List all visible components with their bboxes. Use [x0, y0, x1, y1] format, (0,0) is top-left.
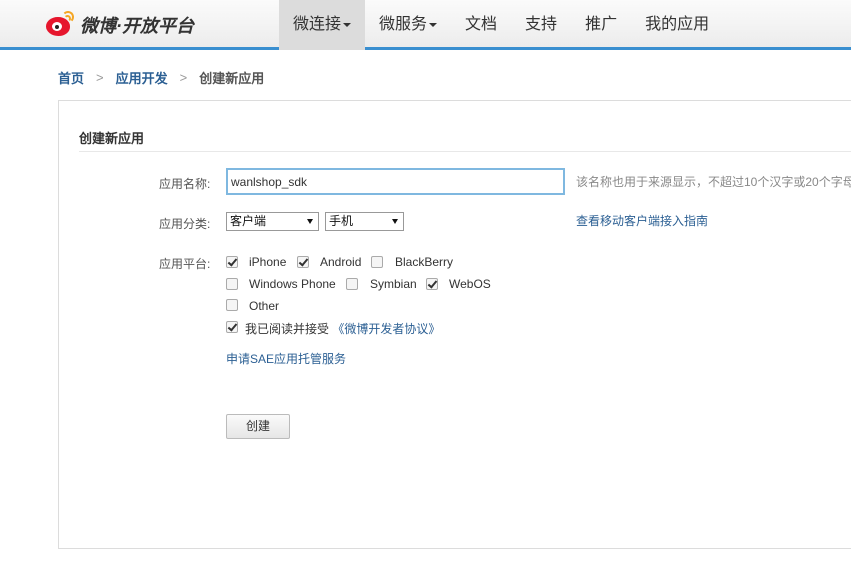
app-category-label: 应用分类: [159, 217, 211, 231]
nav-item-promotion[interactable]: 推广 [571, 0, 631, 50]
agree-prefix: 我已阅读并接受 [245, 322, 330, 336]
breadcrumb-home[interactable]: 首页 [58, 68, 84, 87]
nav-item-weilianjie[interactable]: 微连接 [279, 0, 366, 50]
checkbox-android[interactable] [297, 256, 309, 268]
platform-label-webos: WebOS [449, 277, 491, 291]
nav-label: 推广 [585, 16, 618, 33]
create-button[interactable]: 创建 [226, 414, 290, 439]
logo-text: 微博·开放平台 [80, 16, 194, 36]
checkbox-other[interactable] [226, 299, 238, 311]
checkbox-iphone[interactable] [226, 256, 238, 268]
checkbox-symbian[interactable] [346, 278, 358, 290]
nav-label: 支持 [525, 16, 558, 33]
panel-title: 创建新应用 [79, 131, 145, 146]
platform-label-blackberry: BlackBerry [395, 255, 454, 269]
caret-down-icon [429, 22, 438, 27]
platform-label-iphone: iPhone [249, 255, 287, 269]
create-app-panel: 创建新应用 应用名称: 该名称也用于来源显示，不超过10个汉字或20个字母 应用… [58, 100, 851, 549]
dropdown-arrow-icon [307, 219, 313, 224]
category-secondary-value: 手机 [329, 214, 354, 228]
breadcrumb-app-dev[interactable]: 应用开发 [116, 68, 168, 87]
developer-agreement-link[interactable]: 《微博开发者协议》 [332, 322, 440, 336]
main-nav: 微连接 微服务 文档 支持 推广 我的应用 [279, 0, 723, 50]
category-primary-value: 客户端 [230, 214, 267, 228]
checkbox-agree[interactable] [226, 321, 238, 333]
nav-item-support[interactable]: 支持 [511, 0, 571, 50]
sae-hosting-link[interactable]: 申请SAE应用托管服务 [226, 350, 346, 367]
weibo-logo[interactable]: 微博·开放平台 [44, 8, 194, 42]
checkbox-webos[interactable] [426, 278, 438, 290]
divider [79, 151, 851, 152]
breadcrumb-current: 创建新应用 [199, 71, 265, 86]
nav-item-weifuwu[interactable]: 微服务 [365, 0, 451, 50]
dropdown-arrow-icon [392, 219, 398, 224]
nav-item-my-apps[interactable]: 我的应用 [631, 0, 723, 50]
checkbox-blackberry[interactable] [371, 256, 383, 268]
top-header: 微博·开放平台 微连接 微服务 文档 支持 推广 我的应用 [0, 0, 851, 50]
nav-label: 文档 [465, 16, 498, 33]
caret-down-icon [343, 22, 352, 27]
platform-label-symbian: Symbian [370, 277, 417, 291]
app-platform-label: 应用平台: [159, 257, 211, 271]
chevron-right-icon: > [179, 70, 188, 85]
nav-item-docs[interactable]: 文档 [451, 0, 511, 50]
platform-label-android: Android [320, 255, 362, 269]
checkbox-windows-phone[interactable] [226, 278, 238, 290]
app-name-input[interactable] [226, 168, 565, 195]
platform-label-other: Other [249, 299, 280, 313]
weibo-eye-icon [44, 11, 78, 39]
nav-label: 我的应用 [645, 16, 710, 33]
nav-label: 微连接 [293, 16, 342, 33]
platform-label-windows-phone: Windows Phone [249, 277, 336, 291]
category-secondary-select[interactable]: 手机 [325, 212, 404, 231]
app-name-hint: 该名称也用于来源显示，不超过10个汉字或20个字母 [576, 175, 851, 189]
app-name-label: 应用名称: [159, 177, 211, 191]
mobile-guide-link[interactable]: 查看移动客户端接入指南 [576, 212, 708, 229]
category-primary-select[interactable]: 客户端 [226, 212, 319, 231]
nav-label: 微服务 [379, 16, 428, 33]
breadcrumb: 首页 > 应用开发 > 创建新应用 [58, 68, 264, 87]
chevron-right-icon: > [96, 70, 104, 85]
agreement-text: 我已阅读并接受 《微博开发者协议》 [245, 320, 440, 337]
